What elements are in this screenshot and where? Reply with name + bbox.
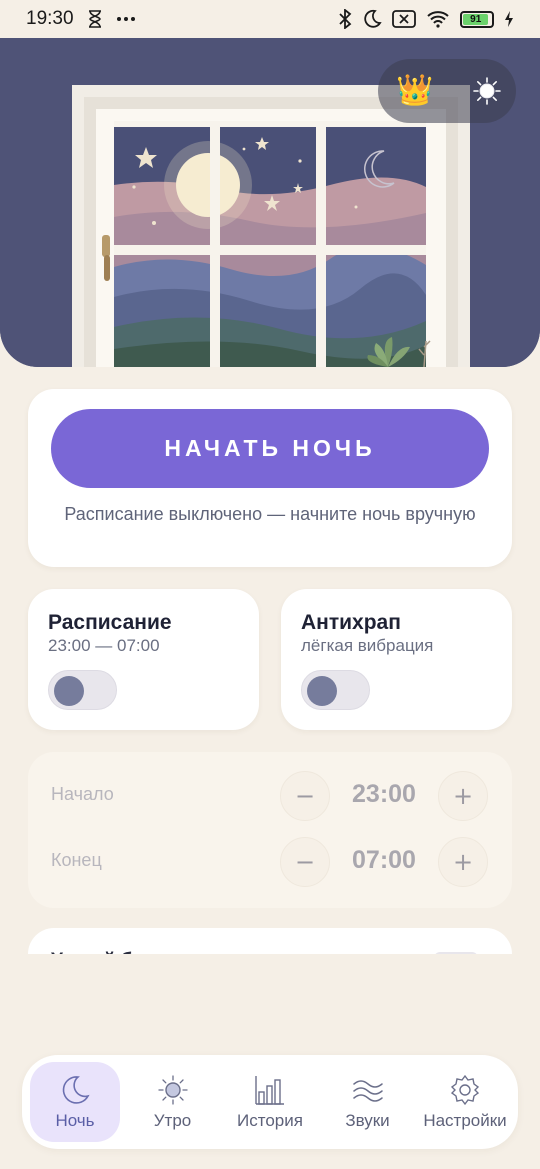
- moon-icon: [362, 9, 382, 29]
- battery-icon: 91: [460, 10, 494, 28]
- start-time-row: Начало − 23:00 +: [28, 766, 512, 826]
- nav-settings[interactable]: Настройки: [420, 1062, 510, 1142]
- nav-morning-label: Утро: [153, 1111, 192, 1130]
- nav-morning[interactable]: Утро: [128, 1062, 218, 1142]
- start-night-card: НАЧАТЬ НОЧЬ Расписание выключено — начни…: [28, 389, 512, 567]
- gear-icon: [450, 1074, 480, 1106]
- end-time-plus-button[interactable]: +: [438, 837, 488, 887]
- antisnore-mode: лёгкая вибрация: [301, 636, 434, 655]
- nav-night[interactable]: Ночь: [30, 1062, 120, 1142]
- sim-off-icon: [392, 10, 416, 28]
- nav-history[interactable]: История: [225, 1062, 315, 1142]
- start-time-plus-button[interactable]: +: [438, 771, 488, 821]
- hourglass-icon: [88, 10, 102, 28]
- premium-theme-toggle[interactable]: 👑: [378, 59, 516, 123]
- wifi-icon: [426, 10, 450, 28]
- sun-icon: [157, 1075, 188, 1105]
- start-time-label: Начало: [51, 784, 114, 804]
- status-bar: 19:30 91: [0, 0, 540, 38]
- waves-icon: [352, 1080, 383, 1102]
- end-time-label: Конец: [51, 850, 102, 870]
- antisnore-title: Антихрап: [301, 611, 401, 634]
- charging-icon: [504, 11, 514, 27]
- nav-sounds-label: Звуки: [345, 1111, 390, 1130]
- schedule-range: 23:00 — 07:00: [48, 636, 160, 655]
- battery-level: 91: [463, 13, 489, 25]
- start-time-minus-button[interactable]: −: [280, 771, 330, 821]
- end-time-minus-button[interactable]: −: [280, 837, 330, 887]
- crown-icon[interactable]: 👑: [396, 76, 433, 106]
- start-time-value: 23:00: [352, 780, 416, 808]
- bottom-navigation: Ночь Утро История Звуки Настройки: [22, 1055, 518, 1149]
- bar-chart-icon: [255, 1076, 284, 1105]
- schedule-toggle[interactable]: [48, 670, 117, 710]
- status-time: 19:30: [26, 8, 74, 29]
- toggle-knob: [307, 676, 337, 706]
- schedule-title: Расписание: [48, 611, 172, 634]
- more-dots-icon: [116, 16, 136, 22]
- sun-icon[interactable]: [472, 76, 502, 106]
- nav-settings-label: Настройки: [423, 1111, 507, 1130]
- nav-history-label: История: [237, 1111, 303, 1130]
- bluetooth-icon: [338, 9, 352, 29]
- schedule-card[interactable]: Расписание 23:00 — 07:00: [28, 589, 259, 730]
- end-time-row: Конец − 07:00 +: [28, 832, 512, 892]
- end-time-value: 07:00: [352, 846, 416, 874]
- nav-night-label: Ночь: [55, 1111, 95, 1130]
- schedule-hint: Расписание выключено — начните ночь вруч…: [64, 504, 476, 524]
- scroll-fade: [0, 954, 540, 1054]
- nav-sounds[interactable]: Звуки: [323, 1062, 413, 1142]
- toggle-knob: [54, 676, 84, 706]
- start-night-button[interactable]: НАЧАТЬ НОЧЬ: [51, 409, 489, 488]
- moon-icon: [62, 1076, 90, 1104]
- antisnore-card[interactable]: Антихрап лёгкая вибрация: [281, 589, 512, 730]
- schedule-time-card: Начало − 23:00 + Конец − 07:00 +: [28, 752, 512, 908]
- hero-illustration: 👑: [0, 37, 540, 367]
- antisnore-toggle[interactable]: [301, 670, 370, 710]
